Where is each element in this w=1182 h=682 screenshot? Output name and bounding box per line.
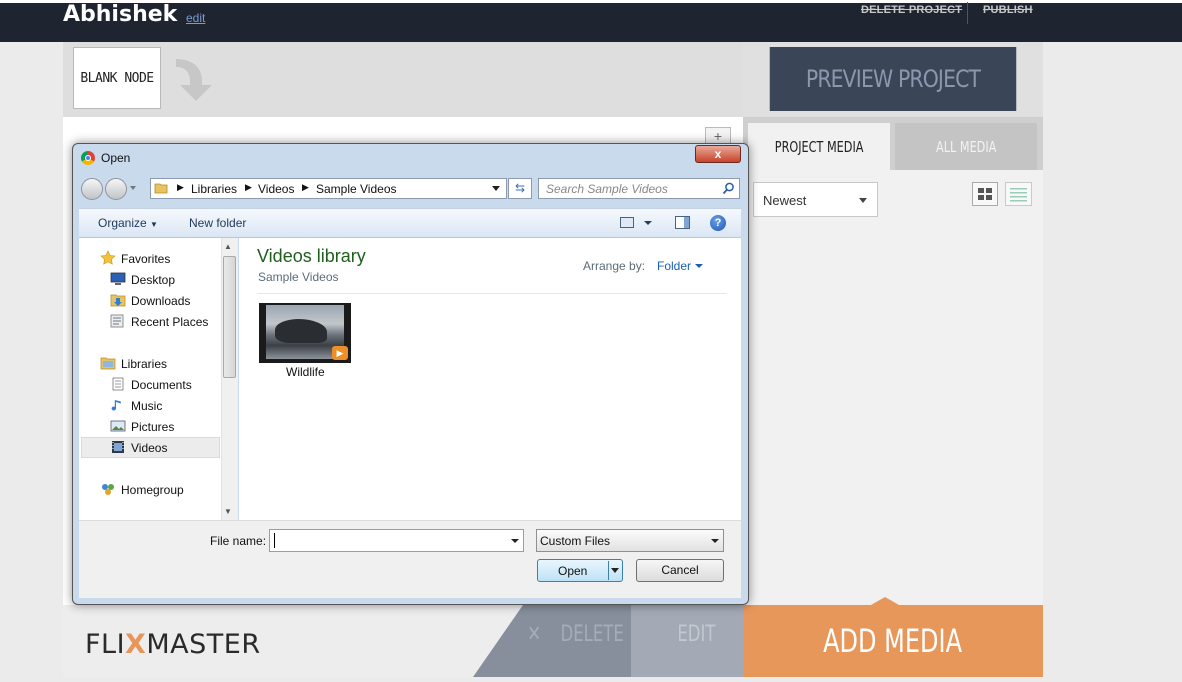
library-subtitle: Sample Videos — [258, 270, 339, 284]
file-type-select[interactable]: Custom Files — [536, 529, 724, 552]
nav-pictures[interactable]: Pictures — [131, 420, 174, 434]
thumbnail-image-rock — [275, 319, 327, 343]
breadcrumb-separator: ▶ — [177, 182, 184, 192]
edit-label: EDIT — [671, 622, 722, 647]
desktop-icon — [110, 272, 126, 291]
folder-icon — [154, 181, 168, 198]
pictures-icon — [110, 419, 126, 438]
back-icon[interactable] — [81, 178, 103, 200]
breadcrumb-separator: ▶ — [302, 182, 309, 192]
preview-project-button[interactable]: PREVIEW PROJECT — [769, 47, 1017, 111]
top-divider — [967, 2, 968, 24]
play-icon: ▶ — [332, 346, 348, 360]
tab-project-media-label: PROJECT MEDIA — [774, 137, 864, 156]
libraries-icon — [100, 356, 116, 375]
file-name-input[interactable] — [269, 529, 524, 552]
chevron-down-icon[interactable] — [644, 221, 652, 225]
delete-label-text: DELETE — [560, 622, 625, 647]
breadcrumb-separator: ▶ — [245, 182, 252, 192]
edit-label-text: EDIT — [677, 622, 716, 647]
forward-icon[interactable] — [105, 178, 127, 200]
close-icon: ✕ — [527, 622, 542, 647]
username: Abhishek — [63, 2, 178, 27]
tab-all-media-label: ALL MEDIA — [935, 137, 997, 156]
tab-all-media[interactable]: ALL MEDIA — [895, 123, 1037, 170]
logo-text-right: MASTER — [146, 629, 261, 660]
homegroup-icon — [100, 482, 116, 501]
add-media-button[interactable]: ADD MEDIA — [743, 605, 1043, 677]
publish-link[interactable]: PUBLISH — [983, 4, 1033, 16]
nav-homegroup[interactable]: Homegroup — [121, 483, 184, 497]
arrange-by-dropdown[interactable]: Folder — [657, 259, 691, 273]
breadcrumb-sample-videos[interactable]: Sample Videos — [316, 182, 397, 196]
videos-icon — [110, 440, 126, 459]
star-icon — [100, 250, 116, 271]
dialog-toolbar — [79, 208, 741, 238]
chevron-down-icon[interactable] — [711, 539, 719, 543]
address-bar[interactable]: ▶ Libraries ▶ Videos ▶ Sample Videos — [150, 178, 507, 199]
recent-places-icon — [110, 314, 126, 333]
refresh-icon[interactable]: ⇆ — [508, 178, 532, 199]
chevron-down-icon: ▼ — [150, 220, 158, 229]
nav-recent-places[interactable]: Recent Places — [131, 315, 208, 329]
nav-favorites[interactable]: Favorites — [121, 252, 170, 266]
divider — [257, 293, 727, 294]
grid-view-icon[interactable] — [972, 182, 998, 206]
blank-node[interactable]: BLANK NODE — [73, 47, 161, 109]
add-media-notch — [871, 597, 899, 605]
organize-menu[interactable]: Organize ▼ — [98, 216, 158, 230]
file-name-field-label: File name: — [210, 534, 267, 548]
logo-x: X — [125, 629, 147, 660]
chrome-icon — [81, 151, 95, 165]
library-title: Videos library — [257, 246, 366, 266]
preview-pane-icon[interactable] — [675, 216, 690, 229]
search-icon[interactable] — [722, 182, 735, 200]
dialog-title: Open — [101, 151, 131, 165]
chevron-down-icon[interactable] — [695, 264, 703, 268]
edit-username-link[interactable]: edit — [186, 11, 205, 25]
nav-videos[interactable]: Videos — [131, 441, 167, 455]
nav-desktop[interactable]: Desktop — [131, 273, 175, 287]
arrow-icon — [172, 55, 220, 110]
tab-project-media[interactable]: PROJECT MEDIA — [748, 123, 890, 170]
nav-music[interactable]: Music — [131, 399, 162, 413]
nav-scrollbar-thumb[interactable] — [223, 256, 236, 378]
cancel-button[interactable]: Cancel — [636, 559, 724, 582]
list-view-icon[interactable] — [1005, 182, 1032, 206]
nav-downloads[interactable]: Downloads — [131, 294, 190, 308]
address-dropdown-icon[interactable] — [492, 186, 500, 191]
nav-buttons — [81, 178, 137, 200]
delete-project-link[interactable]: DELETE PROJECT — [861, 4, 962, 16]
media-list-area — [743, 170, 1043, 605]
node-strip — [63, 42, 743, 117]
flixmaster-logo: FLIXMASTER — [85, 629, 261, 660]
scroll-down-icon[interactable]: ▼ — [224, 507, 232, 516]
documents-icon — [110, 377, 126, 396]
logo-text-left: FLI — [85, 629, 126, 660]
chevron-down-icon — [859, 198, 867, 203]
scroll-up-icon[interactable]: ▲ — [224, 242, 232, 251]
add-media-label: ADD MEDIA — [823, 622, 963, 660]
text-cursor — [274, 533, 275, 548]
recent-pages-chevron-icon[interactable] — [130, 186, 136, 190]
arrange-by-label: Arrange by: — [583, 259, 646, 273]
new-folder-button[interactable]: New folder — [189, 216, 246, 230]
change-view-icon[interactable] — [620, 217, 634, 228]
nav-documents[interactable]: Documents — [131, 378, 192, 392]
delete-label: ✕ DELETE — [525, 622, 635, 647]
open-button-label: Open — [558, 564, 588, 578]
organize-label: Organize — [98, 216, 147, 230]
chevron-down-icon[interactable] — [611, 568, 619, 573]
breadcrumb-libraries[interactable]: Libraries — [191, 182, 237, 196]
breadcrumb-videos[interactable]: Videos — [258, 182, 294, 196]
help-icon[interactable]: ? — [710, 215, 726, 231]
chevron-down-icon[interactable] — [511, 539, 519, 543]
music-icon — [110, 398, 126, 417]
search-input[interactable]: Search Sample Videos — [538, 178, 740, 199]
downloads-icon — [110, 293, 126, 312]
open-split-divider — [608, 561, 609, 580]
nav-libraries[interactable]: Libraries — [121, 357, 167, 371]
file-name-label[interactable]: Wildlife — [286, 365, 325, 379]
dialog-close-button[interactable]: x — [695, 145, 741, 163]
